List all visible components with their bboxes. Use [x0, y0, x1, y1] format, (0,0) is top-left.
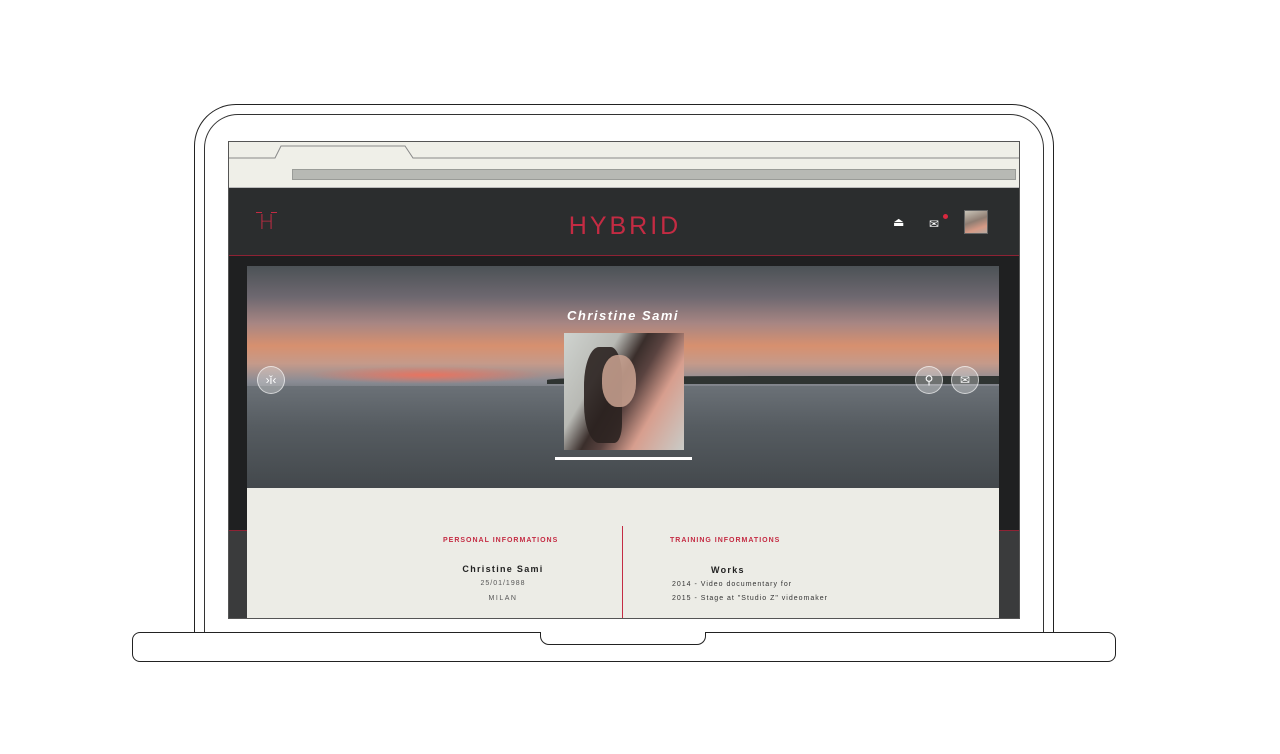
laptop-notch	[540, 632, 706, 645]
profile-photo	[564, 333, 684, 450]
training-info-title: TRAINING INFORMATIONS	[670, 537, 781, 544]
mail-icon[interactable]: ✉	[951, 366, 979, 394]
app-header: H HYBRID ⏏ ✉	[229, 188, 1019, 256]
personal-name: Christine Sami	[462, 564, 544, 574]
laptop-mockup: H HYBRID ⏏ ✉ Christine Sami ›ǐ‹ ⚲ ✉ PERS…	[0, 0, 1280, 754]
notification-dot	[943, 214, 948, 219]
address-bar[interactable]	[292, 169, 1016, 180]
profile-hero: Christine Sami ›ǐ‹ ⚲ ✉	[247, 266, 999, 488]
sunset-glow	[307, 366, 547, 384]
laptop-screen: H HYBRID ⏏ ✉ Christine Sami ›ǐ‹ ⚲ ✉ PERS…	[228, 141, 1020, 619]
location-pin-icon[interactable]: ⚲	[915, 366, 943, 394]
focus-person-icon[interactable]: ›ǐ‹	[257, 366, 285, 394]
mail-icon[interactable]: ✉	[929, 218, 939, 230]
info-panel: PERSONAL INFORMATIONS Christine Sami 25/…	[247, 488, 999, 618]
browser-chrome	[229, 142, 1019, 188]
personal-city: MILAN	[488, 595, 518, 602]
column-divider	[622, 526, 623, 618]
works-heading: Works	[711, 565, 745, 575]
eject-up-icon[interactable]: ⏏	[893, 216, 904, 228]
photo-underline	[555, 457, 692, 460]
personal-birthdate: 25/01/1988	[480, 580, 526, 587]
portrait-face	[602, 355, 636, 407]
browser-tab-outline	[229, 145, 1019, 159]
work-item: 2015 - Stage at "Studio Z" videomaker	[672, 595, 828, 602]
profile-name: Christine Sami	[566, 308, 680, 323]
personal-info-title: PERSONAL INFORMATIONS	[443, 537, 559, 544]
avatar[interactable]	[964, 210, 988, 234]
work-item: 2014 - Video documentary for	[672, 581, 793, 588]
